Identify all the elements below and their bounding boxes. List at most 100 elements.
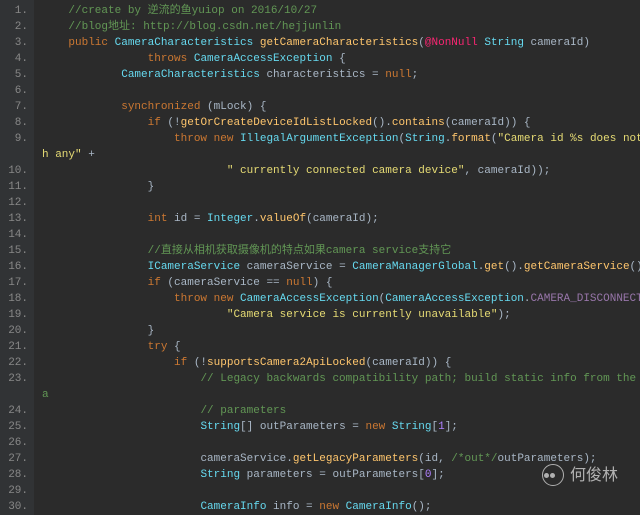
line-number: 23.	[4, 372, 28, 388]
line-number: 10.	[4, 164, 28, 180]
code-line	[42, 436, 640, 452]
token: ().	[504, 261, 524, 273]
line-number: 1.	[4, 4, 28, 20]
code-line: if (!supportsCamera2ApiLocked(cameraId))…	[42, 356, 640, 372]
line-number: 7.	[4, 100, 28, 116]
token: a	[42, 389, 49, 401]
code-line: String[] outParameters = new String[1];	[42, 420, 640, 436]
line-number: 18.	[4, 292, 28, 308]
token: String	[405, 133, 445, 145]
token: String	[484, 37, 524, 49]
line-number: 4.	[4, 52, 28, 68]
token: format	[451, 133, 491, 145]
token: "Camera service is currently unavailable…	[227, 309, 498, 321]
line-number: 2.	[4, 20, 28, 36]
token: (	[418, 37, 425, 49]
token: (cameraId);	[306, 213, 379, 225]
token: int	[148, 213, 168, 225]
line-number-gutter: 1.2.3.4.5.6.7.8.9.10.11.12.13.14.15.16.1…	[0, 0, 34, 515]
code-line: ICameraService cameraService = CameraMan…	[42, 260, 640, 276]
token: cameraId)	[524, 37, 590, 49]
watermark: 何俊林	[542, 464, 618, 487]
token: );	[498, 309, 511, 321]
watermark-text: 何俊林	[570, 464, 618, 487]
token: CameraAccessException	[194, 53, 333, 65]
token: }	[148, 181, 155, 193]
token: IllegalArgumentException	[240, 133, 398, 145]
token: ];	[432, 469, 445, 481]
token: CameraManagerGlobal	[352, 261, 477, 273]
line-number: 24.	[4, 404, 28, 420]
code-line: public CameraCharacteristics getCameraCh…	[42, 36, 640, 52]
line-number: 17.	[4, 276, 28, 292]
code-line: // Legacy backwards compatibility path; …	[42, 372, 640, 388]
token: (cameraId)) {	[365, 357, 451, 369]
token: getCameraCharacteristics	[260, 37, 418, 49]
code-line: throws CameraAccessException {	[42, 52, 640, 68]
token: getLegacyParameters	[293, 453, 418, 465]
code-line: throw new CameraAccessException(CameraAc…	[42, 292, 640, 308]
code-line: synchronized (mLock) {	[42, 100, 640, 116]
token: (cameraId)) {	[445, 117, 531, 129]
token: CameraInfo	[346, 501, 412, 513]
token: cameraService =	[240, 261, 352, 273]
code-line: }	[42, 180, 640, 196]
token: characteristics =	[260, 69, 385, 81]
token: contains	[392, 117, 445, 129]
token: String	[392, 421, 432, 433]
token: {	[167, 341, 180, 353]
code-line: int id = Integer.valueOf(cameraId);	[42, 212, 640, 228]
code-line: throw new IllegalArgumentException(Strin…	[42, 132, 640, 148]
token: (cameraService ==	[161, 277, 286, 289]
token: ().	[372, 117, 392, 129]
code-line: }	[42, 324, 640, 340]
code-line	[42, 196, 640, 212]
token: null	[385, 69, 411, 81]
token: , cameraId));	[464, 165, 550, 177]
line-number: 9.	[4, 132, 28, 148]
token: // Legacy backwards compatibility path; …	[200, 373, 640, 385]
code-line	[42, 228, 640, 244]
token: (	[491, 133, 498, 145]
line-number: 12.	[4, 196, 28, 212]
line-number: 27.	[4, 452, 28, 468]
line-number: 25.	[4, 420, 28, 436]
token: if	[148, 117, 161, 129]
token: //create by 逆流的鱼yuiop on 2016/10/27	[68, 5, 317, 17]
token: ;	[412, 69, 419, 81]
token: ICameraService	[148, 261, 240, 273]
token: 0	[425, 469, 432, 481]
line-number: 13.	[4, 212, 28, 228]
line-number: 26.	[4, 436, 28, 452]
token: ();	[412, 501, 432, 513]
token: getOrCreateDeviceIdListLocked	[181, 117, 372, 129]
line-number: 22.	[4, 356, 28, 372]
code-line: a	[42, 388, 640, 404]
line-number: 3.	[4, 36, 28, 52]
token: +	[82, 149, 95, 161]
line-number: 15.	[4, 244, 28, 260]
code-line: CameraCharacteristics characteristics = …	[42, 68, 640, 84]
line-number: 11.	[4, 180, 28, 196]
token: (!	[187, 357, 207, 369]
token: }	[148, 325, 155, 337]
line-number: 28.	[4, 468, 28, 484]
token: public	[68, 37, 114, 49]
token: CameraAccessException	[240, 293, 379, 305]
token: if	[174, 357, 187, 369]
token: "Camera id %s does not matc	[498, 133, 640, 145]
token: (id,	[418, 453, 451, 465]
line-number: 6.	[4, 84, 28, 100]
line-number: 29.	[4, 484, 28, 500]
token: new	[319, 501, 345, 513]
line-number: 20.	[4, 324, 28, 340]
token: CameraAccessException	[385, 293, 524, 305]
token: h any"	[42, 149, 82, 161]
token: get	[484, 261, 504, 273]
token: ];	[445, 421, 458, 433]
token: CameraCharacteristics	[115, 37, 260, 49]
line-number: 16.	[4, 260, 28, 276]
line-number: 14.	[4, 228, 28, 244]
code-line: // parameters	[42, 404, 640, 420]
line-number: 30.	[4, 500, 28, 515]
